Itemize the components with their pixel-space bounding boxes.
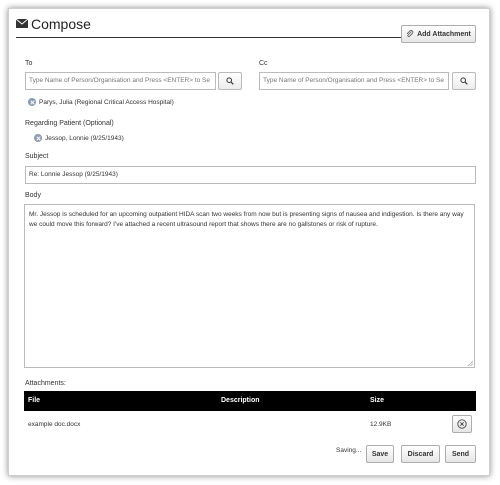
subject-input[interactable]: Re: Lonnie Jessop (9/25/1943) [25, 166, 476, 184]
to-recipient-chip: Parys, Julia (Regional Critical Access H… [28, 98, 174, 106]
patient-name: Jessop, Lonnie (9/25/1943) [45, 134, 124, 142]
body-label: Body [25, 192, 41, 199]
remove-attachment-button[interactable] [452, 415, 472, 433]
envelope-icon [16, 19, 28, 28]
add-attachment-label: Add Attachment [417, 30, 471, 38]
resize-grip-icon[interactable] [467, 360, 473, 366]
discard-label: Discard [407, 450, 434, 458]
saving-status: Saving... [336, 447, 362, 454]
subject-label: Subject [25, 153, 49, 160]
table-row: example doc.docx 12.9KB [24, 413, 476, 435]
remove-patient-icon[interactable] [34, 134, 42, 142]
search-icon [460, 77, 468, 85]
save-button[interactable]: Save [366, 445, 394, 463]
patient-chip: Jessop, Lonnie (9/25/1943) [34, 134, 124, 142]
regarding-label: Regarding Patient (Optional) [25, 120, 114, 127]
cc-search-button[interactable] [452, 72, 476, 90]
page-title: Compose [31, 16, 91, 32]
cc-label: Cc [259, 60, 268, 67]
body-textarea[interactable]: Mr. Jessop is scheduled for an upcoming … [24, 204, 475, 368]
save-label: Save [371, 450, 389, 458]
send-label: Send [451, 450, 470, 458]
close-circle-icon [457, 419, 467, 429]
discard-button[interactable]: Discard [401, 445, 440, 463]
search-icon [226, 77, 234, 85]
cc-input[interactable]: Type Name of Person/Organisation and Pre… [259, 72, 449, 90]
paperclip-icon [406, 30, 414, 37]
attachments-label: Attachments: [25, 380, 66, 387]
send-button[interactable]: Send [445, 445, 476, 463]
to-search-button[interactable] [218, 72, 242, 90]
attachment-size: 12.9KB [370, 421, 392, 428]
attachment-file-name: example doc.docx [28, 421, 81, 428]
attachments-table-header: File Description Size [24, 391, 476, 411]
to-label: To [25, 60, 33, 67]
column-description: Description [221, 397, 260, 404]
column-size: Size [370, 397, 385, 404]
recipient-name: Parys, Julia (Regional Critical Access H… [39, 98, 174, 106]
column-file: File [28, 397, 41, 404]
remove-recipient-icon[interactable] [28, 98, 36, 106]
to-input[interactable]: Type Name of Person/Organisation and Pre… [25, 72, 216, 90]
compose-header: Compose [16, 14, 466, 38]
add-attachment-button[interactable]: Add Attachment [401, 25, 476, 43]
body-text: Mr. Jessop is scheduled for an upcoming … [29, 211, 464, 228]
